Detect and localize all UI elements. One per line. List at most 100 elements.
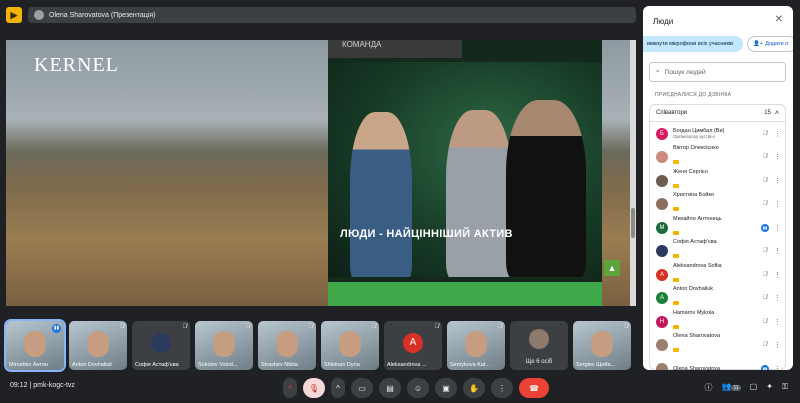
slide-scrollbar[interactable] bbox=[630, 40, 636, 306]
chat-icon[interactable]: ▢ bbox=[750, 382, 758, 393]
more-vert-icon[interactable]: ⋮ bbox=[774, 224, 781, 232]
mic-off-icon[interactable]: 🎙̸ bbox=[761, 272, 769, 278]
participant-tile[interactable]: 🎙̸ Sokolov Volod... bbox=[195, 321, 253, 370]
activities-icon[interactable]: ✦ bbox=[766, 382, 773, 393]
mic-off-icon[interactable]: 🎙̸ bbox=[761, 154, 769, 160]
participant-tile[interactable]: 🎙̸ Strashev Nikita bbox=[258, 321, 316, 370]
speaking-icon: ▮▮ bbox=[761, 223, 769, 232]
info-icon[interactable]: ⓘ bbox=[704, 382, 712, 393]
participant-video bbox=[276, 330, 298, 357]
list-item[interactable]: Olena Sharovatova ▮▮ ⋮ bbox=[650, 357, 785, 370]
participant-tile[interactable]: 🎙̸ Shleinan Dyna bbox=[321, 321, 379, 370]
mic-off-icon[interactable]: 🎙̸ bbox=[761, 342, 769, 348]
presentation-stage[interactable]: KERNEL КОМАНДА ЛЮДИ - НАЙЦІННІШИЙ АКТИВ … bbox=[6, 40, 636, 306]
slides-icon[interactable]: ▶ bbox=[6, 7, 22, 23]
list-item[interactable]: A Anton Dovhaliuk 🎙̸ ⋮ bbox=[650, 286, 785, 311]
more-vert-icon[interactable]: ⋮ bbox=[774, 153, 781, 161]
mic-off-icon[interactable]: 🎙̸ bbox=[761, 248, 769, 254]
avatar bbox=[656, 339, 668, 352]
more-vert-icon[interactable]: ⋮ bbox=[774, 294, 781, 302]
tile-name: Strashev Nikita bbox=[261, 362, 298, 368]
participant-info: Женя Сергієн bbox=[673, 169, 756, 193]
mic-off-icon: 🎙̸ bbox=[182, 324, 188, 330]
avatar bbox=[656, 362, 668, 370]
participant-info: Olena Sharovatova bbox=[673, 333, 756, 357]
mic-off-icon: 🎙̸ bbox=[308, 324, 314, 330]
group-header[interactable]: Співавтори 15 ˄ bbox=[650, 105, 785, 122]
mic-off-icon[interactable]: 🎙̸ bbox=[761, 319, 769, 325]
mute-all-button[interactable]: имкнути мікрофони всіх учасників bbox=[643, 36, 743, 52]
video-options-chevron-icon[interactable]: ^ bbox=[331, 378, 345, 398]
more-vert-icon[interactable]: ⋮ bbox=[774, 130, 781, 138]
participant-role: Організатор зустрічі bbox=[673, 134, 715, 140]
participant-info: Olena Sharovatova bbox=[673, 366, 756, 370]
add-people-button[interactable]: 👤+ Додати л bbox=[747, 36, 793, 52]
mic-off-icon[interactable]: 🎙̸ bbox=[761, 131, 769, 137]
participant-info: Михайло Антонець bbox=[673, 216, 756, 240]
mic-off-icon[interactable]: 🎙̸ bbox=[761, 178, 769, 184]
audio-options-chevron-icon[interactable]: ^ bbox=[283, 378, 297, 398]
raise-hand-button[interactable]: ✋ bbox=[463, 378, 485, 398]
list-item[interactable]: Olena Sharovatova 🎙̸ ⋮ bbox=[650, 333, 785, 358]
participant-tile[interactable]: 🎙̸ Софія Астафʼєва bbox=[132, 321, 190, 370]
list-item[interactable]: Христина Бойко 🎙̸ ⋮ bbox=[650, 192, 785, 217]
avatar bbox=[529, 328, 549, 349]
more-vert-icon[interactable]: ⋮ bbox=[774, 341, 781, 349]
close-icon[interactable]: ✕ bbox=[775, 14, 783, 25]
call-controls: ^ 🎙 ^ ▭ ▤ ☺ ▣ ✋ ⋮ ☎ bbox=[283, 378, 549, 398]
present-button[interactable]: ▣ bbox=[435, 378, 457, 398]
camera-button[interactable]: ▭ bbox=[351, 378, 373, 398]
more-vert-icon[interactable]: ⋮ bbox=[774, 247, 781, 255]
list-item[interactable]: Б Богдан Цимбал (Ви) Організатор зустрічі 🎙… bbox=[650, 122, 785, 146]
people-icon[interactable]: 👥 11 bbox=[721, 382, 741, 393]
presenter-pill[interactable]: Olena Sharovatova (Презентація) bbox=[28, 7, 636, 23]
participant-name: Софія Астафʼєва bbox=[673, 239, 717, 246]
hand-raised-icon bbox=[673, 230, 679, 235]
list-item[interactable]: Софія Астафʼєва 🎙̸ ⋮ bbox=[650, 239, 785, 264]
list-item[interactable]: Женя Сергієн 🎙̸ ⋮ bbox=[650, 169, 785, 193]
captions-button[interactable]: ▤ bbox=[379, 378, 401, 398]
avatar: A bbox=[656, 268, 668, 281]
participant-tile[interactable]: A 🎙̸ Aleksandrova ... bbox=[384, 321, 442, 370]
leave-call-button[interactable]: ☎ bbox=[519, 378, 549, 398]
avatar bbox=[656, 198, 668, 211]
add-person-icon: 👤+ bbox=[753, 41, 764, 47]
mic-off-button[interactable]: 🎙 bbox=[303, 378, 325, 398]
participant-tile[interactable]: Ще 6 осіб bbox=[510, 321, 568, 370]
participant-tile[interactable]: 🎙̸ Semykova Kat... bbox=[447, 321, 505, 370]
participants-count: 11 bbox=[731, 385, 741, 391]
more-vert-icon[interactable]: ⋮ bbox=[774, 200, 781, 208]
participant-tile[interactable]: 🎙̸ Sergiev Щейа... bbox=[573, 321, 631, 370]
participant-name: Христина Бойко bbox=[673, 192, 715, 199]
more-vert-icon[interactable]: ⋮ bbox=[774, 365, 781, 370]
participant-tile[interactable]: 🎙̸ Anton Dovhaliuk bbox=[69, 321, 127, 370]
slide-up-arrow-icon[interactable]: ▲ bbox=[604, 260, 620, 276]
emoji-button[interactable]: ☺ bbox=[407, 378, 429, 398]
mic-off-icon: 🎙̸ bbox=[434, 324, 440, 330]
host-controls-icon[interactable]: ⚿ bbox=[782, 382, 788, 393]
tile-name: Софія Астафʼєва bbox=[135, 362, 179, 368]
right-controls: ⓘ 👥 11 ▢ ✦ ⚿ bbox=[704, 382, 788, 393]
avatar: M bbox=[656, 221, 668, 234]
more-vert-icon[interactable]: ⋮ bbox=[774, 177, 781, 185]
avatar bbox=[656, 151, 668, 164]
hand-raised-icon bbox=[673, 277, 679, 282]
list-item[interactable]: Віктор Олексієнко 🎙̸ ⋮ bbox=[650, 145, 785, 170]
list-item[interactable]: M Михайло Антонець ▮▮ ⋮ bbox=[650, 216, 785, 240]
avatar bbox=[151, 332, 171, 353]
mic-off-icon[interactable]: 🎙̸ bbox=[761, 201, 769, 207]
list-item[interactable]: A Aleksandrova Sofiia 🎙̸ ⋮ bbox=[650, 263, 785, 287]
scrollbar-thumb[interactable] bbox=[631, 208, 635, 238]
search-people-input[interactable]: ⌕ Пошук людей bbox=[649, 62, 786, 82]
presenter-avatar bbox=[34, 10, 44, 20]
avatar: H bbox=[656, 315, 668, 328]
chevron-up-icon[interactable]: ˄ bbox=[775, 110, 779, 117]
meeting-info: 09:12 | pmk-kogc-tvz bbox=[10, 382, 75, 389]
mic-off-icon[interactable]: 🎙̸ bbox=[761, 295, 769, 301]
tile-name: Aleksandrova ... bbox=[387, 362, 427, 368]
more-vert-icon[interactable]: ⋮ bbox=[774, 318, 781, 326]
more-options-button[interactable]: ⋮ bbox=[491, 378, 513, 398]
list-item[interactable]: H Hamarov Mykola 🎙̸ ⋮ bbox=[650, 310, 785, 334]
participant-tile[interactable]: ▮▮ Miroshko Антон bbox=[4, 319, 66, 372]
more-vert-icon[interactable]: ⋮ bbox=[774, 271, 781, 279]
